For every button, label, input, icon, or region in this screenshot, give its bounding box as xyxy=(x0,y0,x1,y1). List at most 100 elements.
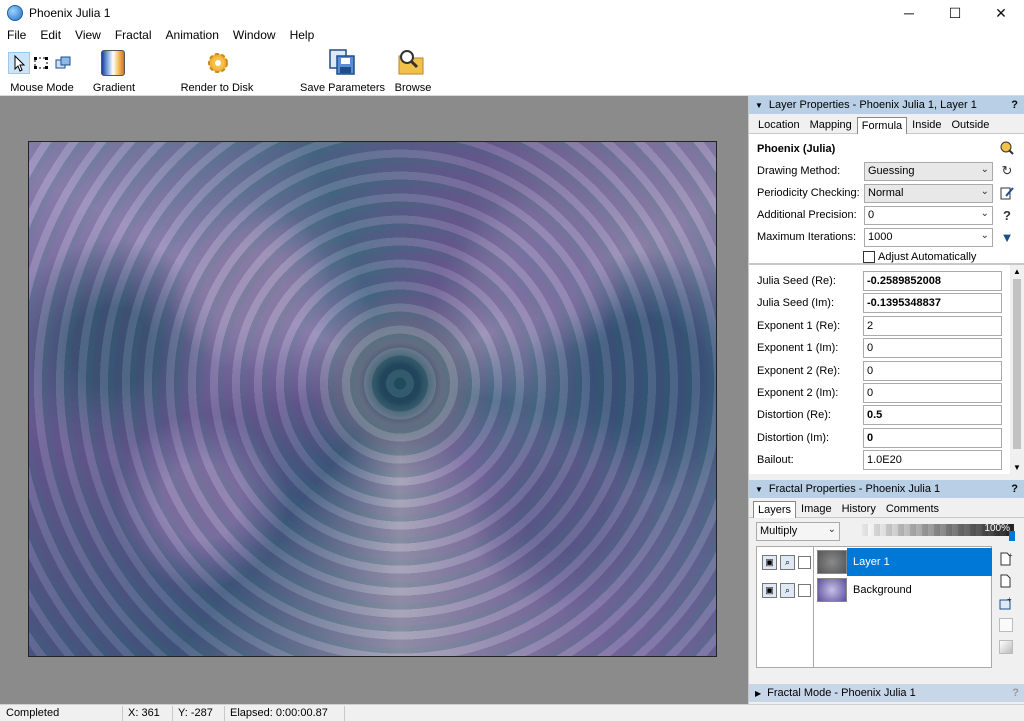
menu-view[interactable]: View xyxy=(68,28,108,42)
tab-formula[interactable]: Formula xyxy=(856,117,908,134)
status-divider xyxy=(224,706,225,721)
add-mask-icon[interactable]: + xyxy=(999,595,1013,610)
tab-mapping[interactable]: Mapping xyxy=(805,116,857,133)
periodicity-select[interactable]: Normal ⌄ xyxy=(864,184,993,203)
fractal-mode-header[interactable]: ▶ Fractal Mode - Phoenix Julia 1 ? xyxy=(749,684,1024,702)
exponent1-re-input[interactable]: 2 xyxy=(863,316,1002,336)
adjust-automatically-label: Adjust Automatically xyxy=(878,251,977,263)
precision-value: 0 xyxy=(868,209,875,221)
save-parameters-button[interactable]: Save Parameters xyxy=(300,44,385,96)
gradient-button[interactable]: Gradient xyxy=(88,44,140,96)
tab-inside[interactable]: Inside xyxy=(907,116,946,133)
opacity-handle[interactable] xyxy=(1009,531,1015,541)
drawing-method-select[interactable]: Guessing ⌄ xyxy=(864,162,993,181)
formula-name: Phoenix (Julia) xyxy=(757,143,836,155)
delete-layer-icon[interactable] xyxy=(999,640,1013,654)
fractal-texture xyxy=(29,142,716,656)
add-layer-icon[interactable]: + xyxy=(999,551,1013,566)
mouse-mode-group: Mouse Mode xyxy=(0,44,84,96)
drawing-method-value: Guessing xyxy=(868,165,915,177)
menu-file[interactable]: File xyxy=(0,28,33,42)
exponent2-im-input[interactable]: 0 xyxy=(863,383,1002,403)
menu-edit[interactable]: Edit xyxy=(33,28,68,42)
scroll-up-icon[interactable]: ▲ xyxy=(1010,265,1024,279)
opacity-value: 100% xyxy=(984,523,1010,534)
status-divider xyxy=(122,706,123,721)
fractal-mode-title: Fractal Mode - Phoenix Julia 1 xyxy=(767,687,916,699)
tab-outside[interactable]: Outside xyxy=(947,116,995,133)
param-label-bailout: Bailout: xyxy=(757,454,794,466)
layer-lock-checkbox[interactable] xyxy=(798,583,811,597)
canvas-area[interactable] xyxy=(0,96,748,704)
formula-settings: Phoenix (Julia) Drawing Method: Guessing… xyxy=(749,134,1024,264)
select-rect-icon[interactable] xyxy=(32,54,50,72)
browse-button[interactable]: Browse xyxy=(390,44,436,96)
max-iterations-select[interactable]: 1000 ⌄ xyxy=(864,228,993,247)
layer-lock-checkbox[interactable] xyxy=(798,555,811,569)
collapse-triangle-icon: ▼ xyxy=(755,100,763,110)
exponent1-im-input[interactable]: 0 xyxy=(863,338,1002,358)
refresh-icon[interactable]: ↻ xyxy=(999,163,1015,179)
layer-visible-icon[interactable]: ▣ xyxy=(762,582,777,598)
layer-zoom-icon[interactable]: ⌕ xyxy=(780,554,795,570)
help-icon[interactable]: ? xyxy=(1011,483,1018,495)
chevron-down-icon: ⌄ xyxy=(980,186,989,197)
layers-section: Multiply ⌄ 100% ▣ ⌕ Layer 1 ▣ ⌕ Backgroun… xyxy=(749,518,1024,668)
layer-row[interactable]: ▣ ⌕ Background xyxy=(756,576,992,604)
precision-select[interactable]: 0 ⌄ xyxy=(864,206,993,225)
formula-browse-icon[interactable] xyxy=(999,140,1015,156)
menu-window[interactable]: Window xyxy=(226,28,283,42)
svg-text:+: + xyxy=(1008,552,1013,560)
maximize-button[interactable]: ☐ xyxy=(932,0,978,26)
scrollbar-thumb[interactable] xyxy=(1013,279,1021,449)
browse-label: Browse xyxy=(394,82,432,94)
fractal-properties-header[interactable]: ▼ Fractal Properties - Phoenix Julia 1 ? xyxy=(749,480,1024,498)
duplicate-layer-icon[interactable] xyxy=(999,574,1013,588)
tab-layers[interactable]: Layers xyxy=(753,501,797,518)
menu-help[interactable]: Help xyxy=(283,28,322,42)
layer-row[interactable]: ▣ ⌕ Layer 1 xyxy=(756,548,992,576)
menu-animation[interactable]: Animation xyxy=(159,28,226,42)
formula-help-icon[interactable]: ? xyxy=(999,207,1015,223)
status-divider xyxy=(344,706,345,721)
distortion-re-input[interactable]: 0.5 xyxy=(863,405,1002,425)
app-icon xyxy=(7,5,23,21)
render-button[interactable]: Render to Disk xyxy=(178,44,256,96)
chevron-down-icon: ⌄ xyxy=(827,524,836,535)
help-icon[interactable]: ? xyxy=(1011,99,1018,111)
window-controls: ─ ☐ ✕ xyxy=(886,0,1024,26)
periodicity-label: Periodicity Checking: xyxy=(757,187,860,199)
param-label-exponent2-re: Exponent 2 (Re): xyxy=(757,365,841,377)
julia-seed-re-input[interactable]: -0.2589852008 xyxy=(863,271,1002,291)
exponent2-re-input[interactable]: 0 xyxy=(863,361,1002,381)
edit-formula-icon[interactable] xyxy=(999,185,1015,201)
tab-location[interactable]: Location xyxy=(753,116,805,133)
parameters-scrollbar[interactable]: ▲ ▼ xyxy=(1010,265,1024,475)
close-button[interactable]: ✕ xyxy=(978,0,1024,26)
julia-seed-im-input[interactable]: -0.1395348837 xyxy=(863,293,1002,313)
merge-layer-icon[interactable] xyxy=(999,618,1013,632)
layer-zoom-icon[interactable]: ⌕ xyxy=(780,582,795,598)
expand-down-icon[interactable]: ▼ xyxy=(999,229,1015,245)
opacity-slider[interactable]: 100% xyxy=(862,523,1014,536)
distortion-im-input[interactable]: 0 xyxy=(863,428,1002,448)
menu-fractal[interactable]: Fractal xyxy=(108,28,159,42)
blend-mode-select[interactable]: Multiply ⌄ xyxy=(756,522,840,541)
tab-image[interactable]: Image xyxy=(796,500,837,517)
fractal-image[interactable] xyxy=(28,141,717,657)
layer-properties-tabs: Location Mapping Formula Inside Outside xyxy=(749,114,1024,134)
tab-comments[interactable]: Comments xyxy=(881,500,944,517)
help-icon[interactable]: ? xyxy=(1012,687,1019,699)
status-text: Completed xyxy=(6,707,60,719)
status-x: X: 361 xyxy=(128,707,160,719)
scroll-down-icon[interactable]: ▼ xyxy=(1010,461,1024,475)
pointer-icon[interactable] xyxy=(8,52,30,74)
minimize-button[interactable]: ─ xyxy=(886,0,932,26)
bailout-input[interactable]: 1.0E20 xyxy=(863,450,1002,470)
param-label-exponent2-im: Exponent 2 (Im): xyxy=(757,387,839,399)
layer-visible-icon[interactable]: ▣ xyxy=(762,554,777,570)
tab-history[interactable]: History xyxy=(837,500,881,517)
move-layer-icon[interactable] xyxy=(54,54,72,72)
adjust-automatically-checkbox[interactable] xyxy=(863,251,875,263)
layer-properties-header[interactable]: ▼ Layer Properties - Phoenix Julia 1, La… xyxy=(749,96,1024,114)
